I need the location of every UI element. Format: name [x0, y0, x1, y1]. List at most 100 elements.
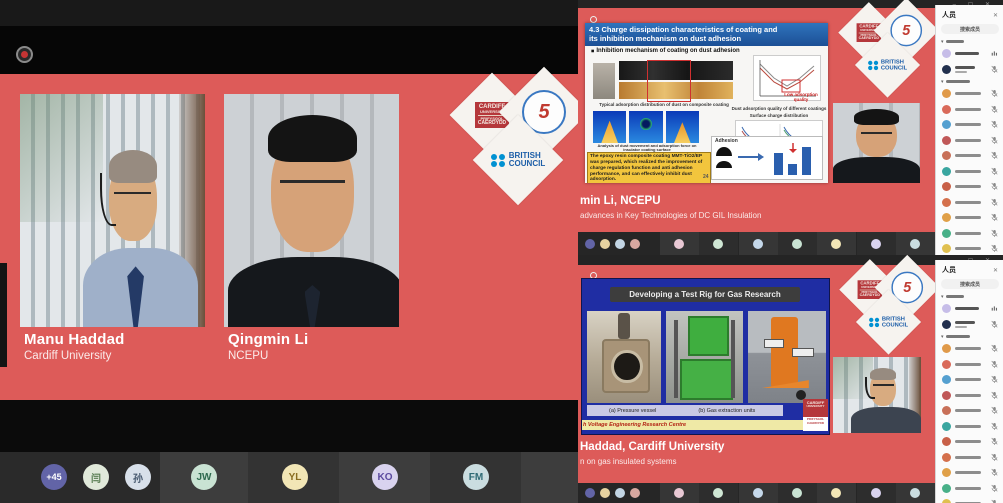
participant-avatar[interactable]: JW	[191, 464, 217, 490]
participant-avatar[interactable]	[910, 239, 920, 249]
mic-muted-icon[interactable]	[991, 167, 998, 176]
participant-row[interactable]	[936, 317, 1003, 333]
participant-row[interactable]	[936, 388, 1003, 404]
participant-row[interactable]	[936, 372, 1003, 388]
participant-row[interactable]	[936, 450, 1003, 466]
participant-avatar[interactable]	[871, 488, 881, 498]
video-tile-manu-haddad[interactable]	[20, 94, 205, 327]
mic-muted-icon[interactable]	[991, 229, 998, 238]
participant-avatar[interactable]	[753, 488, 763, 498]
video-tile-segment[interactable]	[817, 483, 856, 503]
mic-muted-icon[interactable]	[991, 391, 998, 400]
participant-avatar[interactable]	[674, 488, 684, 498]
participant-avatar[interactable]: 闫	[83, 464, 109, 490]
participant-avatar[interactable]: KO	[372, 464, 398, 490]
participant-row[interactable]	[936, 86, 1003, 102]
participant-avatar[interactable]	[713, 239, 723, 249]
mic-muted-icon[interactable]	[991, 422, 998, 431]
participant-avatar[interactable]	[792, 488, 802, 498]
participant-row[interactable]	[936, 46, 1003, 62]
participant-row[interactable]	[936, 241, 1003, 255]
participant-row[interactable]	[936, 481, 1003, 497]
video-tile-segment[interactable]	[896, 232, 935, 255]
mic-muted-icon[interactable]	[991, 453, 998, 462]
participant-avatar[interactable]: YL	[282, 464, 308, 490]
video-tile-segment[interactable]	[896, 483, 935, 503]
mic-muted-icon[interactable]	[991, 375, 998, 384]
participant-row[interactable]	[936, 341, 1003, 357]
video-tile-segment[interactable]	[521, 452, 578, 503]
participant-avatar[interactable]	[831, 488, 841, 498]
participant-row[interactable]	[936, 164, 1003, 180]
search-input[interactable]: 搜索成员	[941, 24, 999, 34]
video-tile-speaker[interactable]	[833, 103, 920, 183]
close-icon[interactable]: ✕	[993, 267, 998, 274]
participant-avatar[interactable]	[871, 239, 881, 249]
participant-row[interactable]	[936, 434, 1003, 450]
video-tile-segment[interactable]	[857, 483, 896, 503]
participant-row[interactable]	[936, 62, 1003, 78]
participant-avatar[interactable]	[753, 239, 763, 249]
chevron-down-icon[interactable]: ▾	[941, 39, 944, 45]
mic-muted-icon[interactable]	[991, 120, 998, 129]
participant-row[interactable]	[936, 419, 1003, 435]
participant-avatar[interactable]	[615, 488, 625, 498]
search-input[interactable]: 搜索成员	[941, 279, 999, 289]
chevron-down-icon[interactable]: ▾	[941, 294, 944, 300]
video-tile-segment[interactable]	[660, 232, 699, 255]
video-tile-segment[interactable]	[739, 232, 778, 255]
mic-muted-icon[interactable]	[991, 437, 998, 446]
participant-avatar[interactable]	[831, 239, 841, 249]
mic-muted-icon[interactable]	[991, 151, 998, 160]
participant-row[interactable]	[936, 226, 1003, 242]
video-tile-segment[interactable]	[778, 483, 817, 503]
mic-muted-icon[interactable]	[991, 406, 998, 415]
mic-muted-icon[interactable]	[991, 89, 998, 98]
participant-row[interactable]	[936, 496, 1003, 503]
participant-avatar[interactable]	[585, 488, 595, 498]
participant-avatar[interactable]	[792, 239, 802, 249]
participant-row[interactable]	[936, 465, 1003, 481]
participant-row[interactable]	[936, 102, 1003, 118]
video-tile-speaker[interactable]	[833, 357, 921, 433]
mic-muted-icon[interactable]	[991, 344, 998, 353]
participant-row[interactable]	[936, 403, 1003, 419]
video-tile-segment[interactable]	[699, 232, 738, 255]
participant-avatar[interactable]	[600, 239, 610, 249]
video-tile-qingmin-li[interactable]	[224, 94, 399, 327]
participant-avatar[interactable]	[600, 488, 610, 498]
mic-muted-icon[interactable]	[991, 320, 998, 329]
participant-row[interactable]	[936, 357, 1003, 373]
chevron-down-icon[interactable]: ▾	[941, 79, 944, 85]
participant-row[interactable]	[936, 148, 1003, 164]
participant-avatar[interactable]	[713, 488, 723, 498]
participant-row[interactable]	[936, 133, 1003, 149]
participant-avatar[interactable]: FM	[463, 464, 489, 490]
participant-avatar[interactable]	[910, 488, 920, 498]
participant-row[interactable]	[936, 179, 1003, 195]
mic-muted-icon[interactable]	[991, 198, 998, 207]
video-tile-segment[interactable]	[778, 232, 817, 255]
participant-avatar[interactable]	[630, 488, 640, 498]
mic-muted-icon[interactable]	[991, 499, 998, 503]
close-icon[interactable]: ✕	[993, 12, 998, 19]
mic-muted-icon[interactable]	[991, 468, 998, 477]
participant-row[interactable]	[936, 210, 1003, 226]
video-tile-segment[interactable]	[660, 483, 699, 503]
participant-avatar[interactable]	[630, 239, 640, 249]
video-tile-segment[interactable]	[817, 232, 856, 255]
mic-muted-icon[interactable]	[991, 65, 998, 74]
participant-avatar[interactable]: +45	[41, 464, 67, 490]
mic-muted-icon[interactable]	[991, 213, 998, 222]
participant-avatar[interactable]	[615, 239, 625, 249]
chevron-down-icon[interactable]: ▾	[941, 334, 944, 340]
video-tile-segment[interactable]	[857, 232, 896, 255]
participant-row[interactable]	[936, 195, 1003, 211]
mic-muted-icon[interactable]	[991, 182, 998, 191]
mic-muted-icon[interactable]	[991, 136, 998, 145]
mic-muted-icon[interactable]	[991, 105, 998, 114]
participant-avatar[interactable]	[674, 239, 684, 249]
mic-muted-icon[interactable]	[991, 360, 998, 369]
participant-avatar[interactable]	[585, 239, 595, 249]
participant-row[interactable]	[936, 301, 1003, 317]
